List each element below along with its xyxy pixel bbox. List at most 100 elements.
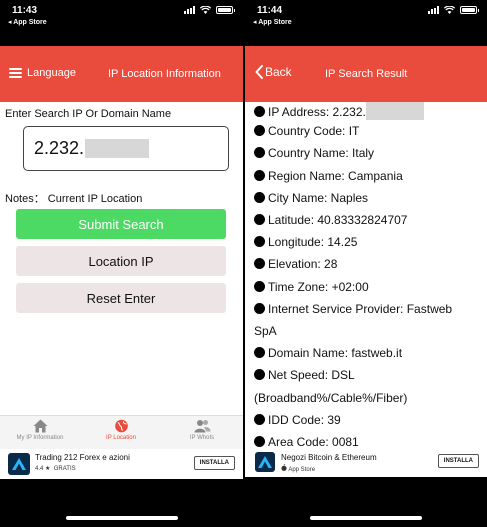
battery-icon	[216, 6, 235, 14]
tab-bar: My IP Information IP Location IP WhoIs	[0, 415, 243, 449]
result-row: Region Name: Campania	[254, 169, 403, 183]
wifi-icon	[200, 6, 211, 14]
result-row: SpA	[254, 324, 277, 338]
page-title: IP Location Information	[108, 68, 221, 80]
result-text: Country Code: IT	[268, 124, 360, 139]
result-row: Internet Service Provider: Fastweb	[254, 302, 452, 316]
tab-label: IP WhoIs	[189, 435, 215, 441]
bullet-dot-icon	[254, 236, 265, 248]
result-text: Time Zone: +02:00	[268, 279, 369, 294]
navbar: Language IP Location Information	[0, 46, 243, 102]
globe-icon	[114, 419, 128, 433]
ad-title: Trading 212 Forex e azioni	[35, 453, 130, 462]
bullet-dot-icon	[254, 106, 265, 117]
bullet-dot-icon	[254, 302, 265, 314]
home-area	[245, 477, 487, 527]
redacted-ip-block	[85, 139, 150, 158]
search-input-value: 2.232.	[34, 138, 85, 158]
cellular-signal-icon	[184, 6, 195, 14]
ad-subtitle: App Store	[281, 463, 316, 473]
result-row: Net Speed: DSL	[254, 368, 355, 382]
status-icons	[428, 6, 479, 14]
result-row: IP Address: 2.232.	[254, 102, 424, 120]
search-label: Enter Search IP Or Domain Name	[5, 108, 172, 120]
tab-ip-location[interactable]: IP Location	[81, 419, 161, 441]
result-text: Region Name: Campania	[268, 168, 403, 183]
notes-text: Notes： Current IP Location	[5, 193, 143, 205]
result-text: Area Code: 0081	[268, 435, 359, 447]
right-phone-screen: 11:44 ◂ App Store Back IP Search Result …	[245, 0, 487, 527]
battery-icon	[460, 6, 479, 14]
bullet-dot-icon	[254, 125, 265, 137]
ad-store: App Store	[288, 467, 316, 473]
search-form: Enter Search IP Or Domain Name 2.232. No…	[0, 102, 243, 415]
result-text: IP Address: 2.232.	[268, 105, 366, 119]
bullet-dot-icon	[254, 413, 265, 425]
wifi-icon	[444, 6, 455, 14]
redacted-ip-block	[365, 102, 424, 120]
home-indicator[interactable]	[310, 516, 422, 520]
ad-price: GRATIS	[53, 466, 76, 472]
result-row: Longitude: 14.25	[254, 235, 357, 249]
result-text: Internet Service Provider: Fastweb	[268, 301, 453, 316]
tab-label: IP Location	[106, 435, 136, 441]
status-bar: 11:43 ◂ App Store	[0, 0, 243, 46]
language-label: Language	[27, 67, 76, 79]
result-row: (Broadband%/Cable%/Fiber)	[254, 391, 407, 405]
back-label: Back	[265, 65, 292, 79]
result-text: Longitude: 14.25	[268, 235, 358, 250]
result-text: SpA	[254, 324, 277, 338]
ad-title: Negozi Bitcoin & Ethereum	[281, 453, 377, 462]
home-area	[0, 479, 243, 527]
ad-install-button[interactable]: INSTALLA	[193, 456, 235, 470]
bullet-dot-icon	[254, 369, 265, 381]
chevron-left-icon	[255, 65, 263, 79]
result-row: Country Code: IT	[254, 124, 359, 138]
status-bar: 11:44 ◂ App Store	[245, 0, 487, 46]
status-icons	[184, 6, 235, 14]
result-text: Latitude: 40.83332824707	[268, 213, 408, 227]
back-to-app-store-link[interactable]: ◂ App Store	[8, 18, 47, 26]
result-text: IDD Code: 39	[268, 412, 341, 427]
reset-enter-button[interactable]: Reset Enter	[16, 283, 226, 313]
result-row: Domain Name: fastweb.it	[254, 346, 402, 360]
cellular-signal-icon	[428, 6, 439, 14]
search-input[interactable]: 2.232.	[23, 126, 229, 171]
tab-ip-whois[interactable]: IP WhoIs	[162, 419, 242, 441]
ad-banner[interactable]: Trading 212 Forex e azioni 4.4 ★ GRATIS …	[0, 449, 243, 479]
ad-rating: 4.4 ★	[35, 466, 51, 472]
ad-banner[interactable]: Negozi Bitcoin & Ethereum App Store INST…	[245, 447, 487, 477]
users-icon	[194, 420, 210, 433]
bullet-dot-icon	[254, 214, 265, 225]
language-menu-button[interactable]: Language	[9, 67, 76, 79]
submit-search-button[interactable]: Submit Search	[16, 209, 226, 239]
result-text: City Name: Naples	[268, 190, 369, 205]
result-list: IP Address: 2.232. Country Code: IT Countr…	[245, 102, 487, 447]
location-ip-button[interactable]: Location IP	[16, 246, 226, 276]
tab-my-ip-information[interactable]: My IP Information	[0, 419, 80, 441]
result-row: Country Name: Italy	[254, 146, 374, 160]
trading212-logo-icon	[8, 453, 30, 475]
home-icon	[33, 419, 47, 433]
result-row: City Name: Naples	[254, 191, 368, 205]
ad-install-button[interactable]: INSTALLA	[437, 454, 479, 468]
status-time: 11:43	[12, 5, 38, 16]
bullet-dot-icon	[254, 347, 265, 359]
navbar: Back IP Search Result	[245, 46, 487, 102]
tab-label: My IP Information	[16, 435, 64, 441]
back-to-app-store-link[interactable]: ◂ App Store	[253, 18, 292, 26]
result-row: IDD Code: 39	[254, 413, 341, 427]
app-logo-icon	[255, 452, 275, 472]
ad-subtitle: 4.4 ★ GRATIS	[35, 465, 76, 472]
bullet-dot-icon	[254, 436, 265, 447]
result-text: Domain Name: fastweb.it	[268, 346, 403, 361]
result-row: Area Code: 0081	[254, 435, 359, 447]
back-button[interactable]: Back	[255, 65, 292, 79]
bullet-dot-icon	[254, 258, 265, 270]
bullet-dot-icon	[254, 169, 265, 181]
result-text: Net Speed: DSL	[268, 368, 355, 383]
result-row: Time Zone: +02:00	[254, 280, 369, 294]
result-row: Latitude: 40.83332824707	[254, 213, 407, 227]
home-indicator[interactable]	[65, 516, 178, 520]
status-time: 11:44	[257, 5, 283, 16]
